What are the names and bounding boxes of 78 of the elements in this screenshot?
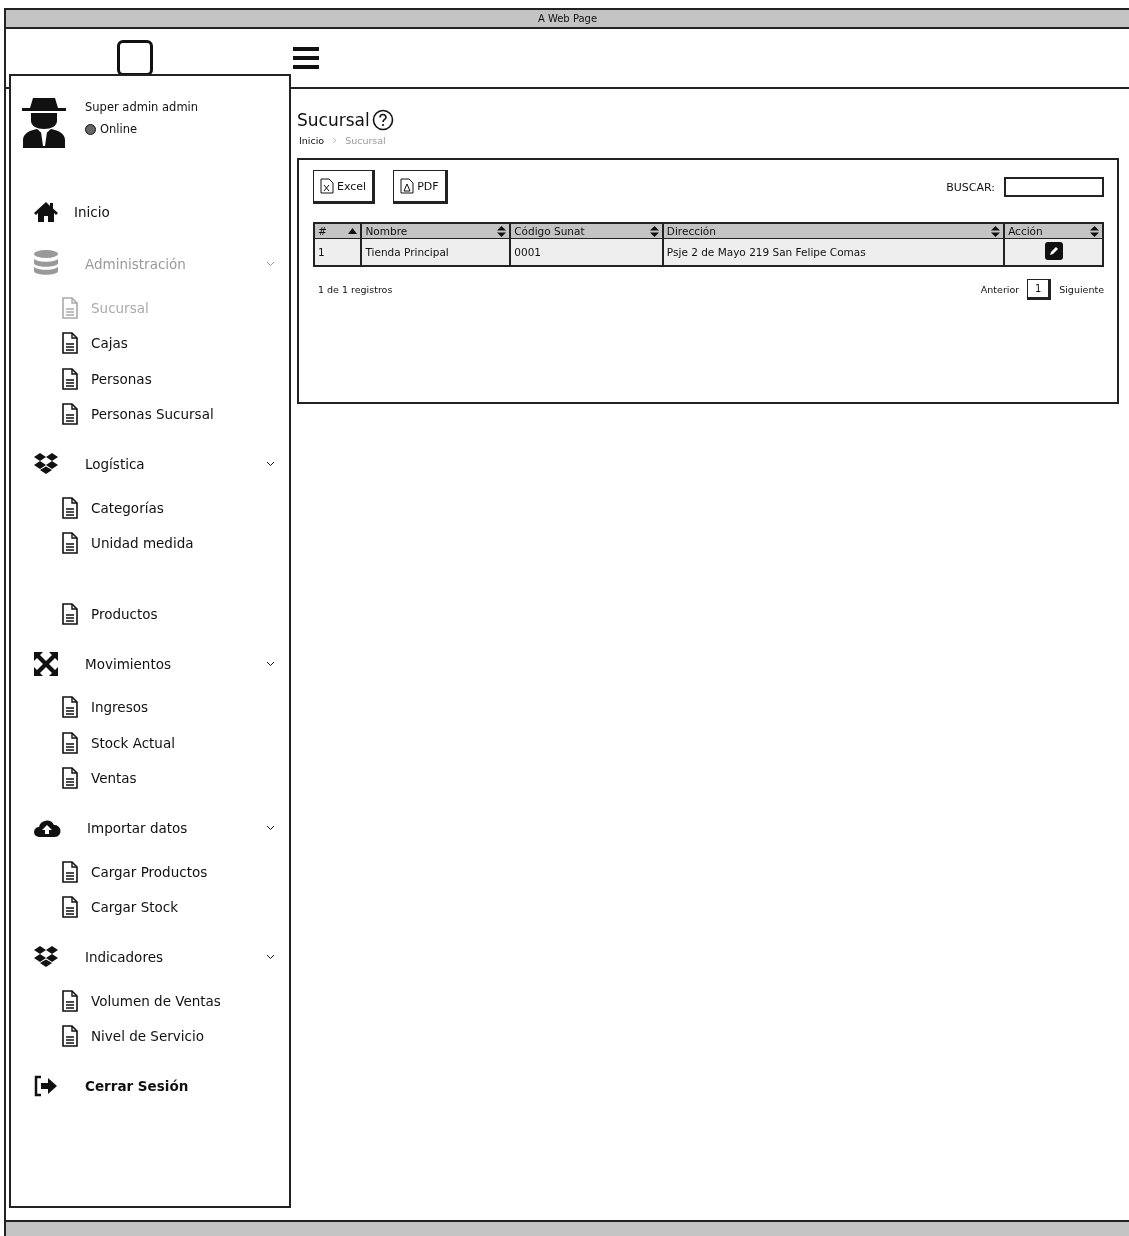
document-icon: [61, 367, 79, 390]
records-info: 1 de 1 registros: [318, 284, 393, 295]
logout-icon: [33, 1075, 59, 1097]
user-name: Super admin admin: [85, 100, 199, 114]
nav-subitem[interactable]: Stock Actual: [61, 725, 289, 761]
nav-group[interactable]: Importar datos: [33, 808, 289, 848]
column-header[interactable]: Acción: [1004, 223, 1103, 239]
column-header[interactable]: Dirección: [662, 223, 1005, 239]
document-icon: [61, 1025, 79, 1048]
document-icon: [61, 767, 79, 790]
nav-subitem[interactable]: Cajas: [61, 325, 289, 361]
previous-link[interactable]: Anterior: [980, 284, 1020, 295]
column-header[interactable]: Nombre: [361, 223, 511, 239]
page-button[interactable]: 1: [1027, 279, 1052, 300]
document-icon: [61, 896, 79, 919]
nav-subitem[interactable]: Ingresos: [61, 689, 289, 725]
nav-group[interactable]: Movimientos: [33, 643, 289, 684]
page-title: Sucursal: [297, 110, 370, 130]
home-icon: [33, 201, 59, 223]
nav-item[interactable]: Inicio: [33, 192, 289, 232]
document-icon: [61, 696, 79, 719]
table-cell: Tienda Principal: [361, 238, 511, 266]
excel-file-icon: [320, 178, 334, 194]
boxes-icon: [33, 452, 59, 476]
nav-subitem[interactable]: Personas Sucursal: [61, 396, 289, 432]
document-icon: [61, 602, 79, 625]
nav-subitem[interactable]: Personas: [61, 361, 289, 397]
nav-subitem[interactable]: Categorías: [61, 490, 289, 526]
nav-group[interactable]: Logística: [33, 444, 289, 484]
breadcrumb-item: Sucursal: [345, 135, 386, 146]
chevron-down-icon: [266, 660, 275, 667]
sort-ascending-icon[interactable]: [348, 228, 358, 234]
nav-subitem[interactable]: Productos: [61, 596, 289, 632]
cloud-upload-icon: [33, 818, 61, 838]
column-header[interactable]: #: [314, 223, 362, 239]
chevron-down-icon: [266, 461, 275, 467]
nav-subitem[interactable]: Ventas: [61, 760, 289, 796]
expand-arrows-icon: [33, 650, 59, 677]
document-icon: [61, 532, 79, 555]
sort-icon[interactable]: [649, 225, 659, 237]
sort-icon[interactable]: [1090, 225, 1099, 237]
document-icon: [61, 296, 79, 319]
table-cell: Psje 2 de Mayo 219 San Felipe Comas: [662, 238, 1005, 266]
chevron-down-icon: [266, 954, 275, 960]
nav-subitem[interactable]: Cargar Productos: [61, 854, 289, 890]
document-icon: [61, 860, 79, 883]
chevron-down-icon: [266, 261, 275, 267]
menu-icon[interactable]: [293, 47, 319, 69]
nav-subitem[interactable]: Cargar Stock: [61, 889, 289, 925]
chevron-right-icon: [332, 137, 338, 144]
breadcrumb-item[interactable]: Inicio: [299, 135, 325, 146]
nav-item[interactable]: Cerrar Sesión: [33, 1066, 289, 1106]
nav-group[interactable]: Indicadores: [33, 937, 289, 977]
help-icon[interactable]: [371, 109, 394, 131]
boxes-icon: [33, 945, 59, 969]
sort-icon[interactable]: [991, 225, 1001, 237]
user-status: Online: [100, 122, 138, 136]
document-icon: [61, 496, 79, 519]
edit-icon[interactable]: [1044, 242, 1063, 260]
search-label: BUSCAR:: [946, 180, 995, 194]
document-icon: [61, 403, 79, 426]
nav-subitem[interactable]: Nivel de Servicio: [61, 1018, 289, 1054]
search-field[interactable]: [1004, 177, 1104, 197]
document-icon: [61, 731, 79, 754]
export-button[interactable]: PDF: [393, 170, 448, 204]
export-button[interactable]: Excel: [313, 170, 376, 204]
nav-subitem[interactable]: Volumen de Ventas: [61, 983, 289, 1019]
status-dot: [85, 123, 96, 135]
nav-subitem[interactable]: Unidad medida: [61, 525, 289, 561]
document-icon: [61, 332, 79, 355]
sort-icon[interactable]: [497, 225, 507, 237]
next-link[interactable]: Siguiente: [1059, 284, 1104, 295]
column-header[interactable]: Código Sunat: [510, 223, 663, 239]
document-icon: [61, 989, 79, 1012]
pdf-file-icon: [400, 178, 415, 194]
chevron-down-icon: [266, 825, 275, 831]
table-cell: 0001: [510, 238, 663, 266]
window-title: A Web Page: [537, 13, 598, 24]
